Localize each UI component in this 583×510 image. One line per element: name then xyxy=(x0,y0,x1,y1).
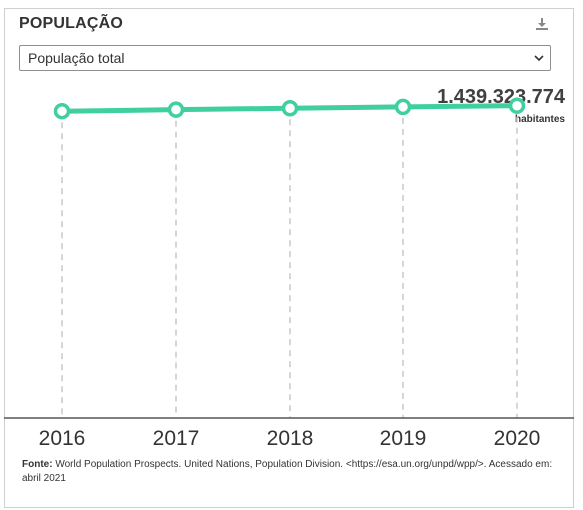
data-point xyxy=(167,101,185,118)
data-point xyxy=(53,102,71,120)
x-tick-label: 2019 xyxy=(380,427,427,450)
x-tick-label: 2018 xyxy=(267,427,314,450)
data-point xyxy=(281,99,299,117)
x-tick-label: 2017 xyxy=(153,427,200,450)
source-label: Fonte: xyxy=(22,459,53,470)
source-text: World Population Prospects. United Natio… xyxy=(22,459,553,484)
data-point xyxy=(394,98,412,116)
source-note: Fonte: World Population Prospects. Unite… xyxy=(22,458,562,486)
x-tick-label: 2020 xyxy=(494,427,541,450)
data-point xyxy=(508,97,526,114)
x-tick-label: 2016 xyxy=(39,427,86,450)
population-line-chart: 2016 2017 2018 2019 2020 xyxy=(4,97,574,450)
